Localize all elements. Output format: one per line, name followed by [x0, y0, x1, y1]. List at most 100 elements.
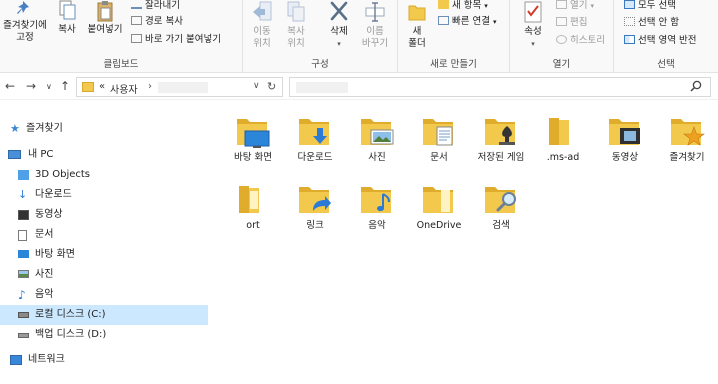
star-icon: ★ [10, 122, 20, 135]
recent-locations-dropdown-icon[interactable]: ∨ [46, 82, 52, 91]
easy-access-button[interactable]: 빠른 연결 ▾ [438, 16, 497, 28]
folder-tile-searches[interactable]: 검색 [470, 183, 532, 232]
nav-backup-disk-d[interactable]: 백업 디스크 (D:) [0, 325, 208, 345]
properties-button[interactable]: 속성 ▾ [516, 0, 550, 50]
folder-tile-desktop[interactable]: 바탕 화면 [222, 115, 284, 164]
folder-tile-ort[interactable]: ort [222, 183, 284, 232]
nav-3d-objects[interactable]: 3D Objects [0, 165, 208, 185]
item-label: 저장된 게임 [477, 152, 525, 163]
invert-selection-icon [624, 35, 635, 44]
properties-dropdown-icon[interactable]: ▾ [516, 38, 550, 50]
copy-to-button[interactable]: 복사 위치 [280, 0, 312, 50]
open-dropdown-icon[interactable]: ▾ [591, 2, 595, 10]
history-button[interactable]: 히스토리 [556, 35, 605, 47]
folder-tile-ms-ad[interactable]: .ms-ad [532, 115, 594, 164]
download-arrow-icon: ↓ [18, 188, 28, 201]
address-prefix[interactable]: « [99, 81, 105, 92]
address-dropdown-icon[interactable]: ∨ [253, 81, 260, 91]
new-folder-icon [408, 5, 426, 21]
folder-tile-saved-games[interactable]: 저장된 게임 [470, 115, 532, 164]
videos-folder-icon [609, 119, 640, 145]
drive-icon [18, 333, 29, 338]
folder-tile-onedrive[interactable]: OneDrive [408, 183, 470, 232]
cut-button[interactable]: 잘라내기 [131, 0, 180, 12]
folder-tile-videos[interactable]: 동영상 [594, 115, 656, 164]
paste-button[interactable]: 붙여넣기 [84, 0, 126, 36]
nav-music-label: 음악 [35, 289, 54, 300]
easy-access-dropdown-icon[interactable]: ▾ [493, 18, 497, 26]
search-icon[interactable] [690, 80, 704, 94]
nav-documents-label: 문서 [35, 229, 54, 240]
nav-3d-objects-label: 3D Objects [35, 169, 91, 180]
nav-videos[interactable]: 동영상 [0, 205, 208, 225]
delete-dropdown-icon[interactable]: ▾ [323, 38, 355, 50]
rename-button[interactable]: 이름 바꾸기 [358, 0, 392, 50]
paste-label: 붙여넣기 [87, 24, 123, 35]
copy-button[interactable]: 복사 [52, 0, 82, 36]
network-icon [10, 355, 22, 365]
select-none-button[interactable]: 선택 안 함 [624, 17, 679, 29]
nav-quick-access[interactable]: ★ 즐겨찾기 [0, 119, 208, 139]
address-bar[interactable]: « 사용자 › ∨ ↻ [76, 77, 283, 97]
invert-selection-label: 선택 영역 반전 [638, 35, 697, 46]
forward-arrow-icon[interactable]: → [26, 79, 36, 93]
nav-downloads[interactable]: ↓ 다운로드 [0, 185, 208, 205]
paste-shortcut-label: 바로 가기 붙여넣기 [145, 34, 221, 45]
cube-icon [18, 170, 29, 180]
saved-games-folder-icon [485, 119, 515, 145]
new-folder-button[interactable]: 새 폴더 [402, 0, 432, 50]
new-group: 새 폴더 새 항목 ▾ 빠른 연결 ▾ 새로 만들기 [398, 0, 510, 73]
delete-label: 삭제 [330, 26, 348, 37]
address-separator[interactable]: › [148, 81, 152, 92]
folder-tile-downloads[interactable]: 다운로드 [284, 115, 346, 164]
new-group-label: 새로 만들기 [430, 59, 477, 70]
refresh-icon[interactable]: ↻ [267, 80, 276, 93]
item-label: 검색 [492, 220, 510, 231]
edit-label: 편집 [570, 17, 588, 28]
file-view: 바탕 화면 다운로드 사진 문서 저장된 게임 .ms-ad 동영상 즐겨찾기 … [208, 101, 718, 384]
search-box[interactable] [289, 77, 711, 97]
new-item-button[interactable]: 새 항목 ▾ [438, 0, 488, 12]
nav-documents[interactable]: 문서 [0, 225, 208, 245]
delete-button[interactable]: 삭제 ▾ [323, 0, 355, 50]
pin-label-2: 고정 [16, 32, 34, 43]
back-arrow-icon[interactable]: ← [5, 79, 15, 93]
address-segment-users[interactable]: 사용자 [110, 81, 138, 96]
copy-path-label: 경로 복사 [145, 16, 183, 27]
paste-shortcut-button[interactable]: 바로 가기 붙여넣기 [131, 34, 221, 46]
address-redacted-segment [158, 82, 208, 93]
copy-path-button[interactable]: 경로 복사 [131, 16, 183, 28]
nav-network[interactable]: 네트워크 [0, 350, 208, 370]
edit-button[interactable]: 편집 [556, 17, 587, 29]
select-all-label: 모두 선택 [638, 0, 676, 11]
item-label: 링크 [306, 220, 324, 231]
folder-tile-links[interactable]: 링크 [284, 183, 346, 232]
pin-to-quick-access-button[interactable]: 즐겨찾기에 고정 [0, 0, 50, 44]
move-to-button[interactable]: 이동 위치 [246, 0, 278, 50]
computer-icon [8, 150, 21, 159]
folder-tile-documents[interactable]: 문서 [408, 115, 470, 164]
open-button[interactable]: 열기 ▾ [556, 0, 594, 12]
item-label: 문서 [430, 152, 448, 163]
organize-group-label: 구성 [311, 59, 329, 70]
nav-pictures[interactable]: 사진 [0, 265, 208, 285]
nav-this-pc[interactable]: 내 PC [0, 145, 208, 165]
nav-local-disk-c[interactable]: 로컬 디스크 (C:) [0, 305, 208, 325]
folder-tile-music[interactable]: 음악 [346, 183, 408, 232]
film-icon [18, 210, 29, 220]
select-all-button[interactable]: 모두 선택 [624, 0, 676, 12]
folder-tile-favorites[interactable]: 즐겨찾기 [656, 115, 718, 164]
invert-selection-button[interactable]: 선택 영역 반전 [624, 35, 696, 47]
pictures-folder-icon [361, 119, 394, 145]
easy-access-label: 빠른 연결 [452, 16, 490, 27]
folder-tile-pictures[interactable]: 사진 [346, 115, 408, 164]
properties-icon [524, 1, 542, 23]
up-arrow-icon[interactable]: ↑ [60, 79, 70, 93]
copy-to-label-2: 위치 [287, 38, 305, 49]
open-group-label: 열기 [552, 59, 571, 70]
new-item-dropdown-icon[interactable]: ▾ [484, 2, 488, 10]
item-label: 다운로드 [297, 152, 333, 163]
nav-desktop[interactable]: 바탕 화면 [0, 245, 208, 265]
nav-music[interactable]: ♪ 음악 [0, 285, 208, 305]
item-label: .ms-ad [546, 152, 580, 163]
